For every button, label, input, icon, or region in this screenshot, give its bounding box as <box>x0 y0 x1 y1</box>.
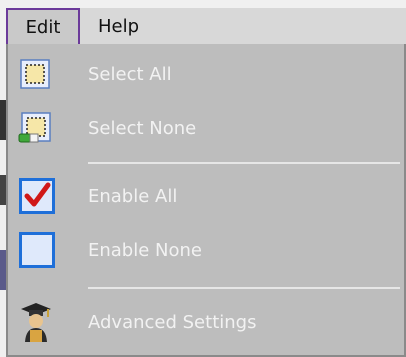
menu-help[interactable]: Help <box>80 8 406 44</box>
graduate-icon <box>20 302 52 348</box>
menu-item-label: Enable All <box>88 185 178 207</box>
menu-item-select-none[interactable]: Select None <box>8 102 404 154</box>
select-none-icon <box>18 112 52 150</box>
menu-item-label: Select None <box>88 117 197 139</box>
menu-edit[interactable]: Edit <box>6 8 80 44</box>
menu-bar: Edit Help <box>0 0 406 44</box>
menu-separator <box>88 287 400 289</box>
menu-item-enable-none[interactable]: Enable None <box>8 224 404 276</box>
menu-item-enable-all[interactable]: Enable All <box>8 170 404 222</box>
unchecked-checkbox-icon <box>19 232 55 272</box>
menu-item-label: Select All <box>88 63 172 85</box>
checked-checkbox-icon <box>19 178 55 218</box>
menu-item-advanced-settings[interactable]: Advanced Settings <box>8 296 404 348</box>
edit-dropdown-menu: Select All Select None Enable All Enable… <box>6 44 406 357</box>
menu-help-label: Help <box>98 15 140 37</box>
menu-item-label: Enable None <box>88 239 202 261</box>
menu-separator <box>88 162 400 164</box>
menu-item-label: Advanced Settings <box>88 311 257 333</box>
menu-edit-label: Edit <box>25 16 61 38</box>
select-all-icon <box>20 59 50 93</box>
menu-item-select-all[interactable]: Select All <box>8 48 404 100</box>
